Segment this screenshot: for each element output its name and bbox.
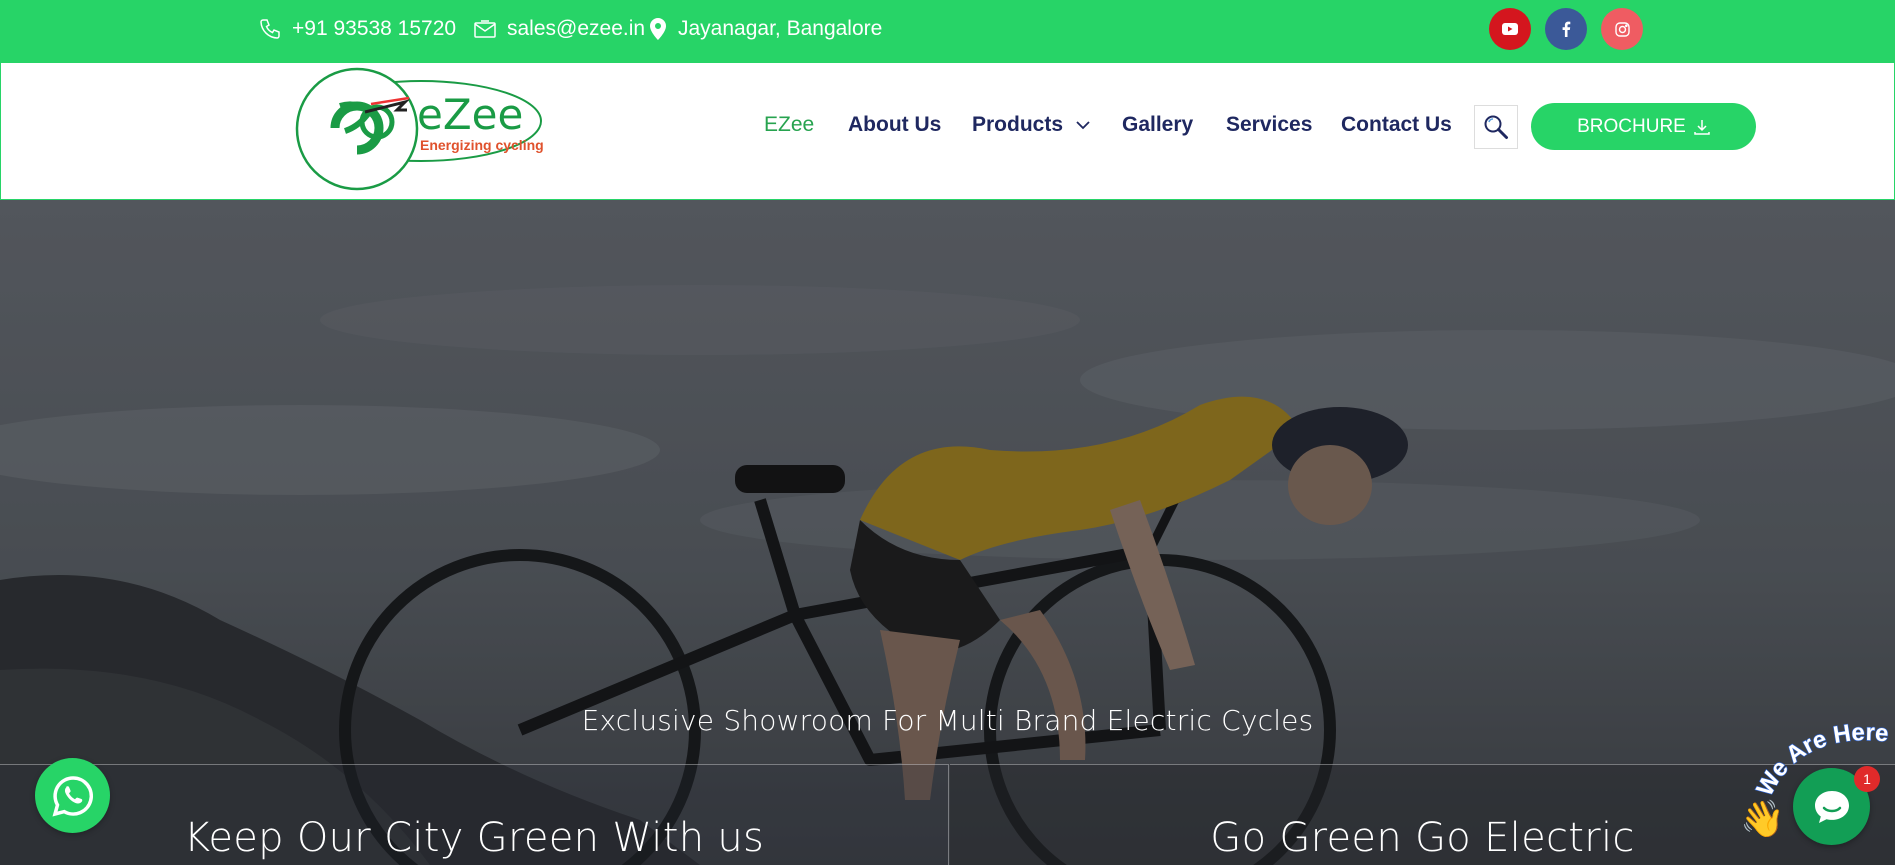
- facebook-icon: [1562, 21, 1571, 37]
- youtube-icon: [1502, 23, 1518, 35]
- phone-icon: [260, 19, 280, 39]
- location-contact: Jayanagar, Bangalore: [648, 0, 882, 58]
- youtube-link[interactable]: [1489, 8, 1531, 50]
- instagram-link[interactable]: [1601, 8, 1643, 50]
- whatsapp-button[interactable]: [35, 758, 110, 833]
- hero-banner: Exclusive Showroom For Multi Brand Elect…: [0, 200, 1895, 865]
- location-pin-icon: [650, 18, 666, 40]
- chat-notification-badge: 1: [1854, 766, 1880, 792]
- location-text: Jayanagar, Bangalore: [678, 17, 883, 40]
- chat-bubble-icon: [1814, 790, 1849, 823]
- nav-contact-us[interactable]: Contact Us: [1341, 113, 1452, 137]
- chat-widget[interactable]: We Are Here! 👋 1: [1740, 720, 1895, 865]
- nav-ezee[interactable]: EZee: [764, 113, 814, 137]
- nav-products[interactable]: Products: [972, 113, 1091, 137]
- mail-icon: [474, 20, 496, 38]
- brochure-download-button[interactable]: BROCHURE: [1531, 103, 1756, 150]
- hero-tagline: Exclusive Showroom For Multi Brand Elect…: [581, 704, 1314, 737]
- email-address: sales@ezee.in: [507, 17, 646, 40]
- logo-tagline-text: Energizing cycling: [420, 137, 544, 153]
- phone-number: +91 93538 15720: [292, 17, 457, 40]
- hero-panel-left: Keep Our City Green With us: [0, 764, 949, 865]
- waving-hand-icon: 👋: [1740, 798, 1785, 839]
- nav-services[interactable]: Services: [1226, 113, 1312, 137]
- chevron-down-icon: [1076, 121, 1090, 130]
- nav-products-label: Products: [972, 113, 1064, 136]
- download-icon: [1694, 119, 1710, 135]
- top-contact-bar: +91 93538 15720 sales@ezee.in Jayanagar,…: [0, 0, 1895, 63]
- ezee-logo[interactable]: eZee Energizing cycling: [295, 66, 549, 192]
- phone-contact[interactable]: +91 93538 15720: [258, 0, 456, 58]
- brochure-label: BROCHURE: [1577, 115, 1686, 137]
- logo-brand-text: eZee: [417, 90, 523, 139]
- whatsapp-icon: [52, 775, 93, 816]
- email-contact[interactable]: sales@ezee.in: [473, 0, 645, 58]
- hero-panel-left-title: Keep Our City Green With us: [183, 815, 765, 861]
- site-header: eZee Energizing cycling EZee About Us Pr…: [0, 63, 1895, 200]
- nav-about-us[interactable]: About Us: [848, 113, 941, 137]
- search-icon: [1484, 115, 1508, 139]
- instagram-icon: [1614, 21, 1630, 37]
- search-button[interactable]: [1474, 105, 1518, 149]
- facebook-link[interactable]: [1545, 8, 1587, 50]
- nav-gallery[interactable]: Gallery: [1122, 113, 1193, 137]
